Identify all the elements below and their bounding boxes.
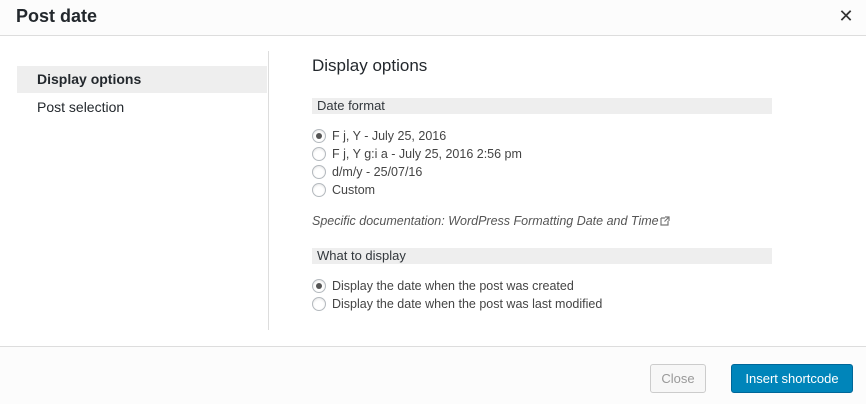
insert-shortcode-button[interactable]: Insert shortcode (731, 364, 853, 393)
radio-label: F j, Y - July 25, 2016 (332, 129, 447, 143)
radio-label: Display the date when the post was last … (332, 297, 603, 311)
radio-label: F j, Y g:i a - July 25, 2016 2:56 pm (332, 147, 522, 161)
sidebar-item-post-selection[interactable]: Post selection (17, 94, 267, 121)
date-format-option[interactable]: F j, Y - July 25, 2016 (312, 127, 772, 145)
radio-button[interactable] (312, 147, 326, 161)
documentation-link[interactable]: WordPress Formatting Date and Time (448, 214, 658, 228)
date-format-options: F j, Y - July 25, 2016 F j, Y g:i a - Ju… (312, 127, 772, 199)
close-icon[interactable]: ✕ (836, 6, 856, 26)
sidebar: Display options Post selection (17, 66, 267, 122)
date-format-option[interactable]: Custom (312, 181, 772, 199)
panel-heading: Display options (312, 56, 428, 75)
close-button[interactable]: Close (650, 364, 706, 393)
date-format-option[interactable]: F j, Y g:i a - July 25, 2016 2:56 pm (312, 145, 772, 163)
date-format-heading: Date format (312, 98, 772, 114)
dialog-title: Post date (16, 6, 98, 26)
radio-label: d/m/y - 25/07/16 (332, 165, 423, 179)
sidebar-item-display-options[interactable]: Display options (17, 66, 267, 93)
what-to-display-options: Display the date when the post was creat… (312, 277, 772, 313)
what-to-display-section: What to display Display the date when th… (312, 248, 772, 313)
radio-button[interactable] (312, 297, 326, 311)
documentation-prefix: Specific documentation: (312, 214, 445, 228)
radio-label: Custom (332, 183, 376, 197)
radio-button[interactable] (312, 129, 326, 143)
radio-label: Display the date when the post was creat… (332, 279, 574, 293)
sidebar-divider (268, 51, 269, 330)
radio-button[interactable] (312, 165, 326, 179)
radio-button[interactable] (312, 279, 326, 293)
date-format-option[interactable]: d/m/y - 25/07/16 (312, 163, 772, 181)
what-to-display-heading: What to display (312, 248, 772, 264)
dialog-footer: Close Insert shortcode (0, 346, 866, 404)
main-panel: Display options Date format F j, Y - Jul… (312, 54, 772, 313)
external-link-icon[interactable] (659, 216, 670, 226)
dialog-header: Post date ✕ (0, 0, 866, 36)
display-option[interactable]: Display the date when the post was last … (312, 295, 772, 313)
documentation-note: Specific documentation: WordPress Format… (312, 214, 772, 232)
display-option[interactable]: Display the date when the post was creat… (312, 277, 772, 295)
radio-button[interactable] (312, 183, 326, 197)
